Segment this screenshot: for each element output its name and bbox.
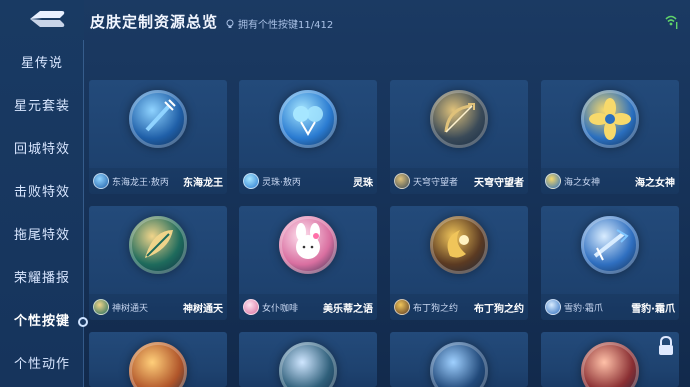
skin-card-footer: 女仆咖啡 美乐蒂之语 (239, 294, 377, 320)
button-skin-name: 灵珠 (353, 177, 373, 189)
skin-card-footer: 灵珠·敖丙 灵珠 (239, 168, 377, 194)
button-skin-name: 东海龙王 (183, 177, 223, 189)
bulb-icon (226, 19, 234, 28)
trident-icon (129, 90, 187, 148)
avatar (243, 299, 259, 315)
skin-card[interactable]: 灵珠·敖丙 灵珠 (239, 80, 377, 194)
lock-icon[interactable] (657, 336, 675, 356)
gem-icon (430, 342, 488, 387)
sidebar-item-label: 拖尾特效 (13, 228, 70, 243)
owned-count-text: 拥有个性按键11/412 (238, 20, 334, 31)
compass-icon (279, 342, 337, 387)
skin-card[interactable] (390, 332, 528, 387)
sidebar-item-broadcast[interactable]: 荣耀播报 (0, 261, 84, 297)
back-arrow-icon[interactable] (22, 6, 66, 32)
sidebar-item-star-suit[interactable]: 星元套装 (0, 89, 84, 125)
sidebar-item-star-legend[interactable]: 星传说 (0, 46, 84, 82)
skin-card[interactable]: 东海龙王·敖丙 东海龙王 (89, 80, 227, 194)
page-title: 皮肤定制资源总览 (90, 13, 219, 31)
sidebar-item-label: 回城特效 (13, 142, 70, 157)
avatar (394, 173, 410, 189)
skin-card[interactable]: 女仆咖啡 美乐蒂之语 (239, 206, 377, 320)
skin-card[interactable]: 布丁狗之约 布丁狗之约 (390, 206, 528, 320)
sidebar-item-label: 个性动作 (13, 357, 70, 372)
button-skin-name: 布丁狗之约 (474, 303, 524, 315)
crescent-icon (430, 216, 488, 274)
owned-count: 拥有个性按键11/412 (225, 16, 333, 31)
sidebar-item-kill-effect[interactable]: 击败特效 (0, 175, 84, 211)
button-skin-name: 天穹守望者 (474, 177, 524, 189)
flower-icon (581, 90, 639, 148)
sun-icon (129, 342, 187, 387)
skin-card-footer: 东海龙王·敖丙 东海龙王 (89, 168, 227, 194)
sidebar-item-custom-buttons[interactable]: 个性按键 (0, 304, 88, 340)
avatar (93, 299, 109, 315)
button-skin-name: 美乐蒂之语 (323, 303, 373, 315)
sidebar-item-recall-effect[interactable]: 回城特效 (0, 132, 84, 168)
sidebar-item-custom-actions[interactable]: 个性动作 (0, 347, 84, 383)
active-indicator-icon (78, 317, 88, 327)
avatar (93, 173, 109, 189)
skin-card[interactable]: 神树通天 神树通天 (89, 206, 227, 320)
orb-icon (279, 90, 337, 148)
hero-skin-name: 东海龙王·敖丙 (112, 177, 169, 188)
claw-icon (581, 216, 639, 274)
button-skin-name: 海之女神 (635, 177, 675, 189)
leaf-icon (129, 216, 187, 274)
skin-card-footer: 雪豹·霜爪 雪豹·霜爪 (541, 294, 679, 320)
sidebar-item-label: 星元套装 (13, 99, 70, 114)
hero-skin-name: 女仆咖啡 (262, 303, 299, 314)
skin-card-footer: 海之女神 海之女神 (541, 168, 679, 194)
sidebar-item-label: 星传说 (20, 56, 63, 71)
hero-skin-name: 天穹守望者 (413, 177, 459, 188)
avatar (394, 299, 410, 315)
skin-card[interactable] (89, 332, 227, 387)
sidebar-item-label: 荣耀播报 (13, 271, 70, 286)
skin-card[interactable]: 雪豹·霜爪 雪豹·霜爪 (541, 206, 679, 320)
skin-card-footer: 天穹守望者 天穹守望者 (390, 168, 528, 194)
hero-skin-name: 海之女神 (564, 177, 601, 188)
avatar (545, 299, 561, 315)
fire-icon (581, 342, 639, 387)
button-skin-name: 神树通天 (183, 303, 223, 315)
skin-card[interactable]: 海之女神 海之女神 (541, 80, 679, 194)
avatar (545, 173, 561, 189)
melody-icon (279, 216, 337, 274)
skin-card-footer: 神树通天 神树通天 (89, 294, 227, 320)
hero-skin-name: 雪豹·霜爪 (564, 303, 603, 314)
sidebar-item-label: 个性按键 (13, 314, 70, 329)
bow-icon (430, 90, 488, 148)
skin-card[interactable] (239, 332, 377, 387)
hero-skin-name: 神树通天 (112, 303, 149, 314)
button-skin-name: 雪豹·霜爪 (631, 303, 675, 315)
wifi-icon (665, 15, 678, 29)
sidebar-item-trail-effect[interactable]: 拖尾特效 (0, 218, 84, 254)
hero-skin-name: 布丁狗之约 (413, 303, 459, 314)
skin-card[interactable]: 天穹守望者 天穹守望者 (390, 80, 528, 194)
avatar (243, 173, 259, 189)
sidebar: 星传说 星元套装 回城特效 击败特效 拖尾特效 荣耀播报 个性按键 个性动作 (0, 0, 88, 387)
sidebar-item-label: 击败特效 (13, 185, 70, 200)
skin-card-footer: 布丁狗之约 布丁狗之约 (390, 294, 528, 320)
hero-skin-name: 灵珠·敖丙 (262, 177, 301, 188)
